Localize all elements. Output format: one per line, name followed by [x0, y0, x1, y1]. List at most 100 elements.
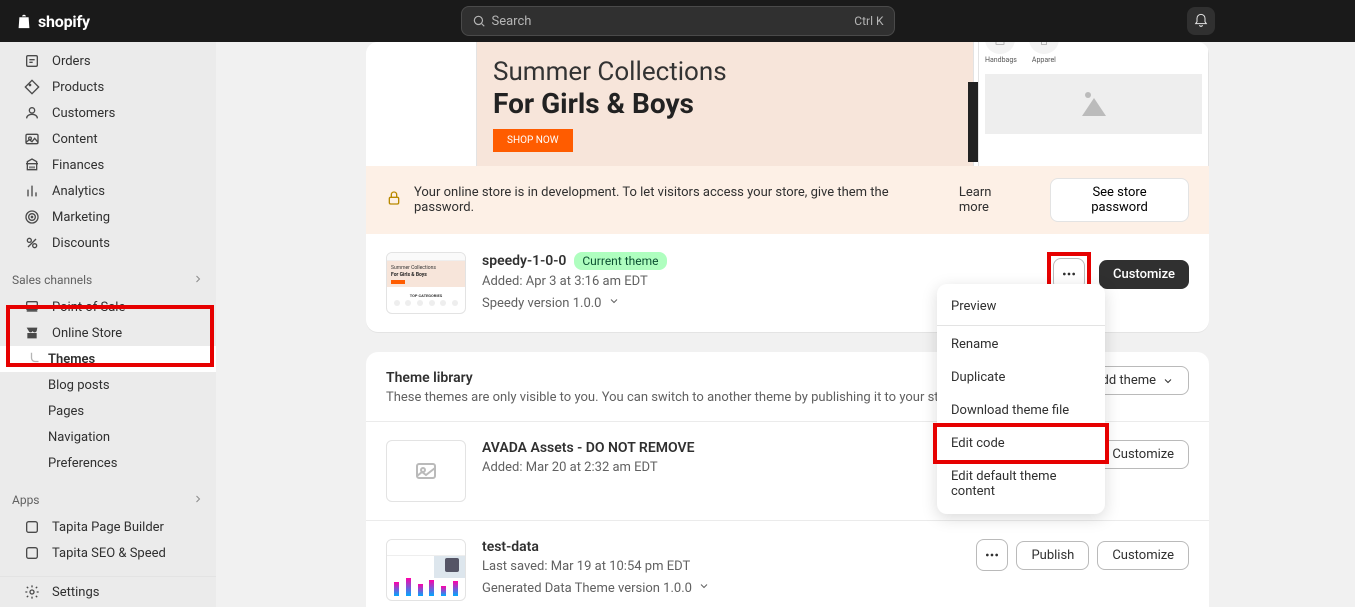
discounts-icon [24, 235, 40, 251]
nav-label: Online Store [52, 326, 122, 341]
marketing-icon [24, 209, 40, 225]
analytics-icon [24, 183, 40, 199]
nav-label: Preferences [48, 456, 117, 471]
nav-label: Pages [48, 404, 84, 419]
nav-pages[interactable]: Pages [0, 398, 216, 424]
library-title: Theme library [386, 370, 960, 386]
gear-icon [24, 584, 40, 600]
customize-button[interactable]: Customize [1097, 541, 1189, 570]
category-icon [1029, 42, 1059, 54]
nav-marketing[interactable]: Marketing [0, 204, 216, 230]
nav-navigation[interactable]: Navigation [0, 424, 216, 450]
chevron-down-icon [1162, 375, 1174, 387]
dots-icon [984, 547, 1000, 563]
preview-side-tab [968, 82, 978, 162]
library-subtitle: These themes are only visible to you. Yo… [386, 390, 960, 405]
category-label: Apparel [1029, 56, 1059, 64]
chevron-right-icon [192, 493, 204, 508]
preview-heading-1: Summer Collections [493, 57, 727, 87]
section-label: Apps [12, 493, 40, 507]
chevron-down-icon[interactable] [608, 295, 620, 311]
nav-label: Settings [52, 585, 99, 600]
theme-thumbnail [386, 539, 466, 601]
theme-name: test-data [482, 539, 539, 555]
nav-label: Blog posts [48, 378, 110, 393]
nav-settings[interactable]: Settings [0, 577, 216, 607]
sidebar-bottom: Settings [0, 576, 216, 607]
preview-cta-button: SHOP NOW [493, 129, 573, 152]
library-header: Theme library These themes are only visi… [366, 352, 980, 409]
theme-thumbnail: Summer CollectionsFor Girls & Boys TOP C… [386, 252, 466, 314]
nav-blog-posts[interactable]: Blog posts [0, 372, 216, 398]
nav-finances[interactable]: Finances [0, 152, 216, 178]
shopify-logo[interactable]: shopify [14, 10, 90, 32]
learn-more-link[interactable]: Learn more [959, 185, 1024, 215]
more-actions-button[interactable] [976, 539, 1008, 571]
finances-icon [24, 157, 40, 173]
nav-app-tapita-page[interactable]: Tapita Page Builder [0, 514, 216, 540]
customize-button[interactable]: Customize [1097, 440, 1189, 469]
products-icon [24, 79, 40, 95]
nav-label: Tapita Page Builder [52, 520, 164, 535]
bell-icon [1193, 13, 1209, 29]
nav-label: Themes [48, 352, 95, 367]
current-theme-badge: Current theme [574, 252, 666, 270]
nav-label: Orders [52, 54, 91, 69]
nav-label: Content [52, 132, 98, 147]
highlight-box-editcode: Edit code [933, 423, 1109, 464]
dropdown-rename[interactable]: Rename [937, 328, 1105, 361]
dropdown-preview[interactable]: Preview [937, 290, 1105, 323]
sidebar: Orders Products Customers Content Financ… [0, 42, 216, 607]
search-icon [472, 14, 486, 28]
notifications-button[interactable] [1187, 7, 1215, 35]
dropdown-edit-code[interactable]: Edit code [937, 427, 1105, 460]
customers-icon [24, 105, 40, 121]
nav-products[interactable]: Products [0, 74, 216, 100]
image-placeholder-icon [414, 459, 438, 483]
section-apps[interactable]: Apps [0, 486, 216, 514]
nav-preferences[interactable]: Preferences [0, 450, 216, 476]
orders-icon [24, 53, 40, 69]
publish-button[interactable]: Publish [1016, 541, 1089, 570]
see-password-button[interactable]: See store password [1050, 178, 1189, 222]
nav-app-tapita-seo[interactable]: Tapita SEO & Speed [0, 540, 216, 566]
nav-analytics[interactable]: Analytics [0, 178, 216, 204]
mobile-image-placeholder [985, 74, 1202, 134]
app-icon [24, 545, 40, 561]
theme-preview-pane: Summer Collections For Girls & Boys SHOP… [366, 42, 1209, 166]
nav-label: Discounts [52, 236, 110, 251]
theme-saved-date: Last saved: Mar 19 at 10:54 pm EDT [482, 559, 960, 574]
app-icon [24, 519, 40, 535]
theme-actions-dropdown: Preview Rename Duplicate Download theme … [937, 284, 1105, 514]
nav-orders[interactable]: Orders [0, 48, 216, 74]
preview-heading-2: For Girls & Boys [493, 87, 694, 120]
tree-indicator-icon [28, 351, 42, 365]
nav-label: Finances [52, 158, 104, 173]
nav-label: Customers [52, 106, 115, 121]
nav-point-of-sale[interactable]: Point of Sale [0, 294, 216, 320]
theme-name: AVADA Assets - DO NOT REMOVE [482, 440, 694, 456]
content-icon [24, 131, 40, 147]
dropdown-duplicate[interactable]: Duplicate [937, 361, 1105, 394]
nav-customers[interactable]: Customers [0, 100, 216, 126]
nav-content[interactable]: Content [0, 126, 216, 152]
nav-label: Analytics [52, 184, 105, 199]
nav-label: Marketing [52, 210, 110, 225]
search-input[interactable]: Search Ctrl K [461, 6, 895, 36]
search-placeholder: Search [492, 14, 532, 29]
chevron-right-icon [192, 273, 204, 288]
theme-name: speedy-1-0-0 [482, 253, 566, 269]
dropdown-edit-default[interactable]: Edit default theme content [937, 460, 1105, 508]
lock-icon [386, 190, 402, 210]
customize-button[interactable]: Customize [1099, 260, 1189, 289]
chevron-down-icon[interactable] [698, 580, 710, 596]
theme-version: Speedy version 1.0.0 [482, 296, 602, 311]
search-shortcut: Ctrl K [854, 14, 883, 28]
nav-discounts[interactable]: Discounts [0, 230, 216, 256]
theme-thumbnail [386, 440, 466, 502]
nav-online-store[interactable]: Online Store [0, 320, 216, 346]
section-sales-channels[interactable]: Sales channels [0, 266, 216, 294]
dots-icon [1061, 266, 1077, 282]
pos-icon [24, 299, 40, 315]
category-label: Handbags [985, 56, 1017, 64]
